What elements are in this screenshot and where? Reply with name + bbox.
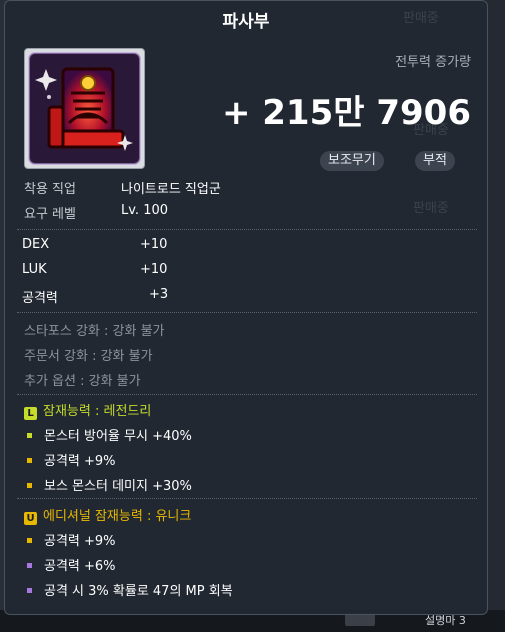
bullet-icon [27, 588, 32, 593]
stat-value: +3 [149, 287, 169, 302]
unique-grade-icon: U [24, 512, 37, 525]
additional-option-enhancement: 추가 옵션 : 강화 불가 [24, 374, 141, 389]
stat-luk: LUK +10 [22, 262, 167, 277]
requirement-job: 착용 직업 나이트로드 직업군 [24, 178, 221, 197]
combat-power-value: + 215만 7906 [221, 93, 471, 133]
additional-potential-title: U 에디셔널 잠재능력 : 유니크 [24, 505, 191, 525]
item-tooltip: 파사부 판매중 판매중 판매중 전투력 증가량 + 215만 7906 보조무기… [4, 0, 488, 615]
stat-value: +10 [140, 262, 168, 277]
potential-line-text: 보스 몬스터 데미지 +30% [44, 479, 192, 494]
talisman-icon [28, 52, 141, 165]
potential-line-text: 몬스터 방어율 무시 +40% [44, 429, 192, 444]
ghost-sale-label: 판매중 [403, 11, 439, 26]
requirement-label: 착용 직업 [24, 182, 76, 197]
ghost-sale-label: 판매중 [413, 201, 449, 216]
scroll-enhancement: 주문서 강화 : 강화 불가 [24, 349, 153, 364]
divider [17, 394, 477, 396]
requirement-level: 요구 레벨 Lv. 100 [24, 203, 168, 222]
potential-line: 보스 몬스터 데미지 +30% [27, 475, 192, 494]
tag-secondary-weapon: 보조무기 [320, 151, 384, 171]
item-icon-frame [24, 48, 145, 169]
additional-potential-line: 공격력 +9% [27, 530, 116, 549]
stat-name: 공격력 [22, 291, 58, 306]
requirement-value: Lv. 100 [121, 203, 169, 218]
potential-title: L 잠재능력 : 레전드리 [24, 400, 151, 420]
bullet-icon [27, 458, 32, 463]
potential-line: 공격력 +9% [27, 450, 116, 469]
additional-potential-line-text: 공격력 +9% [44, 534, 116, 549]
divider [17, 312, 477, 314]
starforce-enhancement: 스타포스 강화 : 강화 불가 [24, 324, 165, 339]
additional-potential-title-text: 에디셔널 잠재능력 : 유니크 [43, 509, 192, 524]
additional-potential-line: 공격 시 3% 확률로 47의 MP 회복 [27, 580, 233, 599]
tag-talisman: 부적 [415, 151, 455, 171]
divider [17, 229, 477, 231]
divider [17, 498, 477, 500]
stat-attack: 공격력 +3 [22, 287, 168, 306]
bullet-icon [27, 483, 32, 488]
potential-line: 몬스터 방어율 무시 +40% [27, 425, 192, 444]
additional-potential-line: 공격력 +6% [27, 555, 116, 574]
combat-power-label: 전투력 증가량 [395, 55, 471, 70]
legendary-grade-icon: L [24, 407, 37, 420]
stat-name: LUK [22, 262, 47, 277]
stat-name: DEX [22, 237, 50, 252]
potential-line-text: 공격력 +9% [44, 454, 116, 469]
potential-title-text: 잠재능력 : 레전드리 [43, 404, 152, 419]
stat-value: +10 [140, 237, 168, 252]
additional-potential-line-text: 공격 시 3% 확률로 47의 MP 회복 [44, 584, 233, 599]
requirement-value: 나이트로드 직업군 [121, 182, 221, 197]
stat-dex: DEX +10 [22, 237, 167, 252]
additional-potential-line-text: 공격력 +6% [44, 559, 116, 574]
requirement-label: 요구 레벨 [24, 207, 76, 222]
bullet-icon [27, 433, 32, 438]
background-panel-right [485, 0, 505, 632]
bullet-icon [27, 563, 32, 568]
bullet-icon [27, 538, 32, 543]
